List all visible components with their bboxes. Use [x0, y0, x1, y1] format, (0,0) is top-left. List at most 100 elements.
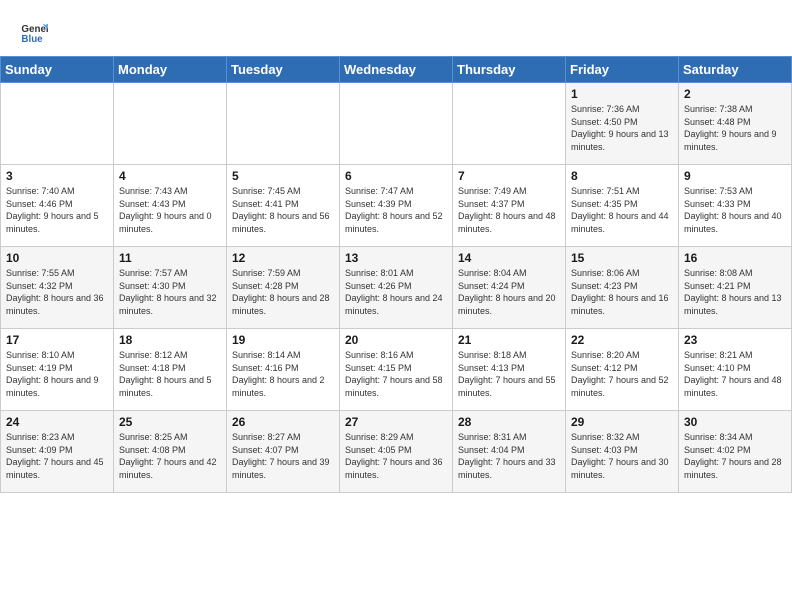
calendar-cell: [114, 83, 227, 165]
logo-icon: General Blue: [20, 18, 48, 46]
calendar-cell: 30 Sunrise: 8:34 AM Sunset: 4:02 PM Dayli…: [679, 411, 792, 493]
calendar-cell: 6 Sunrise: 7:47 AM Sunset: 4:39 PM Daylig…: [340, 165, 453, 247]
calendar-cell: 16 Sunrise: 8:08 AM Sunset: 4:21 PM Dayli…: [679, 247, 792, 329]
calendar-cell: 2 Sunrise: 7:38 AM Sunset: 4:48 PM Daylig…: [679, 83, 792, 165]
day-number: 24: [6, 415, 108, 429]
day-number: 18: [119, 333, 221, 347]
calendar-cell: 9 Sunrise: 7:53 AM Sunset: 4:33 PM Daylig…: [679, 165, 792, 247]
day-info: Sunrise: 7:36 AM Sunset: 4:50 PM Dayligh…: [571, 103, 673, 153]
day-info: Sunrise: 8:16 AM Sunset: 4:15 PM Dayligh…: [345, 349, 447, 399]
calendar-cell: 3Sunrise: 7:40 AM Sunset: 4:46 PM Daylig…: [1, 165, 114, 247]
day-info: Sunrise: 8:10 AM Sunset: 4:19 PM Dayligh…: [6, 349, 108, 399]
day-info: Sunrise: 7:51 AM Sunset: 4:35 PM Dayligh…: [571, 185, 673, 235]
calendar-cell: [1, 83, 114, 165]
day-of-week-monday: Monday: [114, 57, 227, 83]
calendar-cell: 21 Sunrise: 8:18 AM Sunset: 4:13 PM Dayli…: [453, 329, 566, 411]
day-number: 8: [571, 169, 673, 183]
day-info: Sunrise: 8:18 AM Sunset: 4:13 PM Dayligh…: [458, 349, 560, 399]
calendar-cell: 8 Sunrise: 7:51 AM Sunset: 4:35 PM Daylig…: [566, 165, 679, 247]
calendar-cell: [340, 83, 453, 165]
day-number: 30: [684, 415, 786, 429]
day-info: Sunrise: 8:01 AM Sunset: 4:26 PM Dayligh…: [345, 267, 447, 317]
calendar-cell: 1 Sunrise: 7:36 AM Sunset: 4:50 PM Daylig…: [566, 83, 679, 165]
calendar-cell: [453, 83, 566, 165]
calendar-cell: 10 Sunrise: 7:55 AM Sunset: 4:32 PM Dayli…: [1, 247, 114, 329]
day-number: 1: [571, 87, 673, 101]
day-info: Sunrise: 8:23 AM Sunset: 4:09 PM Dayligh…: [6, 431, 108, 481]
day-info: Sunrise: 7:38 AM Sunset: 4:48 PM Dayligh…: [684, 103, 786, 153]
day-number: 25: [119, 415, 221, 429]
calendar-cell: 19 Sunrise: 8:14 AM Sunset: 4:16 PM Dayli…: [227, 329, 340, 411]
day-number: 6: [345, 169, 447, 183]
calendar-cell: 7Sunrise: 7:49 AM Sunset: 4:37 PM Daylig…: [453, 165, 566, 247]
calendar-cell: 13 Sunrise: 8:01 AM Sunset: 4:26 PM Dayli…: [340, 247, 453, 329]
calendar-cell: 20 Sunrise: 8:16 AM Sunset: 4:15 PM Dayli…: [340, 329, 453, 411]
calendar-cell: 22Sunrise: 8:20 AM Sunset: 4:12 PM Dayli…: [566, 329, 679, 411]
calendar: SundayMondayTuesdayWednesdayThursdayFrid…: [0, 56, 792, 493]
day-info: Sunrise: 8:32 AM Sunset: 4:03 PM Dayligh…: [571, 431, 673, 481]
day-number: 9: [684, 169, 786, 183]
day-number: 17: [6, 333, 108, 347]
day-number: 4: [119, 169, 221, 183]
day-info: Sunrise: 8:12 AM Sunset: 4:18 PM Dayligh…: [119, 349, 221, 399]
day-of-week-saturday: Saturday: [679, 57, 792, 83]
calendar-cell: 15Sunrise: 8:06 AM Sunset: 4:23 PM Dayli…: [566, 247, 679, 329]
day-info: Sunrise: 7:47 AM Sunset: 4:39 PM Dayligh…: [345, 185, 447, 235]
day-number: 23: [684, 333, 786, 347]
day-number: 28: [458, 415, 560, 429]
logo: General Blue: [20, 18, 52, 46]
day-of-week-sunday: Sunday: [1, 57, 114, 83]
calendar-cell: 4 Sunrise: 7:43 AM Sunset: 4:43 PM Daylig…: [114, 165, 227, 247]
day-info: Sunrise: 7:45 AM Sunset: 4:41 PM Dayligh…: [232, 185, 334, 235]
day-info: Sunrise: 7:55 AM Sunset: 4:32 PM Dayligh…: [6, 267, 108, 317]
day-number: 10: [6, 251, 108, 265]
day-number: 26: [232, 415, 334, 429]
calendar-cell: 14 Sunrise: 8:04 AM Sunset: 4:24 PM Dayli…: [453, 247, 566, 329]
day-info: Sunrise: 7:59 AM Sunset: 4:28 PM Dayligh…: [232, 267, 334, 317]
day-info: Sunrise: 8:25 AM Sunset: 4:08 PM Dayligh…: [119, 431, 221, 481]
day-info: Sunrise: 8:27 AM Sunset: 4:07 PM Dayligh…: [232, 431, 334, 481]
calendar-cell: 25 Sunrise: 8:25 AM Sunset: 4:08 PM Dayli…: [114, 411, 227, 493]
day-info: Sunrise: 8:20 AM Sunset: 4:12 PM Dayligh…: [571, 349, 673, 399]
day-info: Sunrise: 8:34 AM Sunset: 4:02 PM Dayligh…: [684, 431, 786, 481]
day-number: 27: [345, 415, 447, 429]
day-of-week-friday: Friday: [566, 57, 679, 83]
day-number: 14: [458, 251, 560, 265]
day-number: 29: [571, 415, 673, 429]
day-number: 5: [232, 169, 334, 183]
day-number: 3: [6, 169, 108, 183]
day-number: 2: [684, 87, 786, 101]
calendar-cell: 24 Sunrise: 8:23 AM Sunset: 4:09 PM Dayli…: [1, 411, 114, 493]
day-number: 11: [119, 251, 221, 265]
calendar-cell: 23 Sunrise: 8:21 AM Sunset: 4:10 PM Dayli…: [679, 329, 792, 411]
day-number: 13: [345, 251, 447, 265]
day-of-week-tuesday: Tuesday: [227, 57, 340, 83]
day-number: 20: [345, 333, 447, 347]
calendar-cell: 29 Sunrise: 8:32 AM Sunset: 4:03 PM Dayli…: [566, 411, 679, 493]
day-number: 19: [232, 333, 334, 347]
header: General Blue: [0, 0, 792, 56]
calendar-cell: 5 Sunrise: 7:45 AM Sunset: 4:41 PM Daylig…: [227, 165, 340, 247]
day-info: Sunrise: 8:29 AM Sunset: 4:05 PM Dayligh…: [345, 431, 447, 481]
day-info: Sunrise: 8:04 AM Sunset: 4:24 PM Dayligh…: [458, 267, 560, 317]
day-info: Sunrise: 7:53 AM Sunset: 4:33 PM Dayligh…: [684, 185, 786, 235]
day-info: Sunrise: 8:08 AM Sunset: 4:21 PM Dayligh…: [684, 267, 786, 317]
day-number: 21: [458, 333, 560, 347]
calendar-cell: 17 Sunrise: 8:10 AM Sunset: 4:19 PM Dayli…: [1, 329, 114, 411]
calendar-cell: 26 Sunrise: 8:27 AM Sunset: 4:07 PM Dayli…: [227, 411, 340, 493]
day-number: 12: [232, 251, 334, 265]
calendar-cell: 12 Sunrise: 7:59 AM Sunset: 4:28 PM Dayli…: [227, 247, 340, 329]
day-info: Sunrise: 8:21 AM Sunset: 4:10 PM Dayligh…: [684, 349, 786, 399]
day-info: Sunrise: 8:31 AM Sunset: 4:04 PM Dayligh…: [458, 431, 560, 481]
day-of-week-wednesday: Wednesday: [340, 57, 453, 83]
day-info: Sunrise: 7:57 AM Sunset: 4:30 PM Dayligh…: [119, 267, 221, 317]
day-info: Sunrise: 7:49 AM Sunset: 4:37 PM Dayligh…: [458, 185, 560, 235]
day-number: 15: [571, 251, 673, 265]
calendar-cell: 27 Sunrise: 8:29 AM Sunset: 4:05 PM Dayli…: [340, 411, 453, 493]
day-of-week-thursday: Thursday: [453, 57, 566, 83]
calendar-cell: [227, 83, 340, 165]
calendar-cell: 18 Sunrise: 8:12 AM Sunset: 4:18 PM Dayli…: [114, 329, 227, 411]
day-number: 16: [684, 251, 786, 265]
day-info: Sunrise: 7:43 AM Sunset: 4:43 PM Dayligh…: [119, 185, 221, 235]
day-info: Sunrise: 8:14 AM Sunset: 4:16 PM Dayligh…: [232, 349, 334, 399]
